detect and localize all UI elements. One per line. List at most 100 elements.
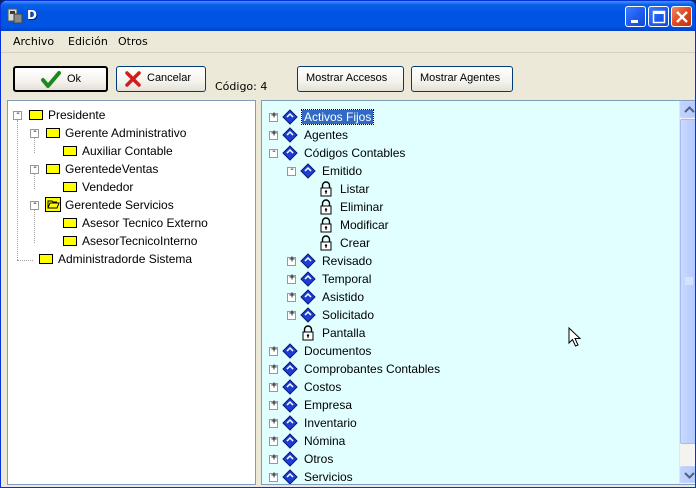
application-window: D Archivo Edición Otros Ok Cancelar Códi…	[0, 0, 696, 488]
show-access-label: Mostrar Accesos	[306, 72, 388, 84]
tree-node-asistido[interactable]: + Asistido	[286, 289, 686, 305]
tree-node-documentos[interactable]: + Documentos	[268, 343, 668, 359]
group-icon	[46, 164, 60, 174]
expand-icon[interactable]: +	[269, 452, 278, 464]
tree-node-activos-fijos[interactable]: + Activos Fijos	[268, 109, 668, 125]
scroll-up-button[interactable]	[680, 101, 695, 118]
blue-diamond-icon	[282, 415, 298, 431]
expand-icon[interactable]: +	[269, 380, 278, 392]
tree-node-emitido[interactable]: - Emitido	[286, 163, 686, 179]
tree-node-listar[interactable]: Listar	[304, 181, 695, 197]
scroll-thumb[interactable]	[680, 119, 695, 444]
blue-diamond-icon	[282, 109, 298, 125]
expand-icon[interactable]: +	[269, 344, 278, 356]
expand-icon[interactable]: +	[287, 308, 296, 320]
collapse-icon[interactable]: -	[269, 146, 278, 158]
tree-node-revisado[interactable]: + Revisado	[286, 253, 686, 269]
collapse-icon[interactable]: -	[30, 162, 39, 174]
group-icon	[63, 218, 77, 228]
minimize-button[interactable]	[625, 6, 646, 27]
blue-diamond-icon	[282, 451, 298, 467]
expand-icon[interactable]: +	[287, 254, 296, 266]
cancel-x-icon	[125, 71, 141, 87]
blue-diamond-icon	[282, 433, 298, 449]
ok-label: Ok	[67, 73, 82, 85]
blue-diamond-icon	[282, 379, 298, 395]
padlock-icon	[320, 217, 332, 233]
cancel-button[interactable]: Cancelar	[116, 66, 206, 92]
expand-icon[interactable]: +	[287, 272, 296, 284]
chevron-down-icon	[684, 472, 695, 479]
tree-node-modificar[interactable]: Modificar	[304, 217, 695, 233]
ok-button[interactable]: Ok	[13, 66, 108, 92]
mouse-cursor-icon	[568, 327, 582, 347]
expand-icon[interactable]: +	[287, 290, 296, 302]
maximize-button[interactable]	[648, 6, 669, 27]
show-access-button[interactable]: Mostrar Accesos	[297, 66, 404, 92]
blue-diamond-icon	[300, 163, 316, 179]
code-label: Código: 4	[215, 80, 268, 93]
window-title: D	[27, 8, 37, 22]
chevron-up-icon	[684, 106, 695, 113]
blue-diamond-icon	[300, 307, 316, 323]
blue-diamond-icon	[300, 253, 316, 269]
group-icon	[63, 182, 77, 192]
app-icon	[7, 8, 23, 24]
tree-node-empresa[interactable]: + Empresa	[268, 397, 668, 413]
group-icon	[29, 110, 43, 120]
group-icon	[63, 146, 77, 156]
collapse-icon[interactable]: -	[13, 108, 22, 120]
tree-node-otros[interactable]: + Otros	[268, 451, 668, 467]
minimize-icon	[631, 20, 638, 23]
expand-icon[interactable]: +	[269, 110, 278, 122]
open-folder-icon	[45, 197, 61, 212]
blue-diamond-icon	[282, 469, 298, 484]
blue-diamond-icon	[300, 289, 316, 305]
menu-otros[interactable]: Otros	[118, 35, 148, 48]
group-icon	[39, 254, 53, 264]
vertical-scrollbar[interactable]	[679, 101, 695, 484]
close-button[interactable]	[671, 6, 692, 27]
tree-node-costos[interactable]: + Costos	[268, 379, 668, 395]
toolbar: Ok Cancelar Código: 4 Mostrar Accesos Mo…	[1, 54, 695, 96]
collapse-icon[interactable]: -	[30, 126, 39, 138]
tree-node-pantalla[interactable]: Pantalla	[286, 325, 686, 341]
expand-icon[interactable]: +	[269, 434, 278, 446]
blue-diamond-icon	[282, 145, 298, 161]
tree-node-inventario[interactable]: + Inventario	[268, 415, 668, 431]
expand-icon[interactable]: +	[269, 416, 278, 428]
roles-tree[interactable]: - Presidente - Gerente Administrativo Au…	[7, 100, 256, 485]
blue-diamond-icon	[282, 397, 298, 413]
scroll-down-button[interactable]	[680, 466, 695, 483]
tree-node-comprobantes-contables[interactable]: + Comprobantes Contables	[268, 361, 668, 377]
tree-node-servicios[interactable]: + Servicios	[268, 469, 668, 484]
tree-node-eliminar[interactable]: Eliminar	[304, 199, 695, 215]
permissions-tree[interactable]: + Activos Fijos + Agentes - Códigos Contables…	[261, 100, 695, 485]
group-icon	[46, 128, 60, 138]
maximize-icon	[652, 10, 666, 24]
tree-node-temporal[interactable]: + Temporal	[286, 271, 686, 287]
group-icon	[63, 236, 77, 246]
grip-icon	[685, 277, 693, 285]
menu-edicion[interactable]: Edición	[68, 35, 108, 48]
cancel-label: Cancelar	[147, 72, 192, 84]
expand-icon[interactable]: +	[269, 362, 278, 374]
collapse-icon[interactable]: -	[30, 198, 39, 210]
tree-node-códigos-contables[interactable]: - Códigos Contables	[268, 145, 668, 161]
show-agents-button[interactable]: Mostrar Agentes	[411, 66, 513, 92]
tree-node-agentes[interactable]: + Agentes	[268, 127, 668, 143]
collapse-icon[interactable]: -	[287, 164, 296, 176]
blue-diamond-icon	[300, 271, 316, 287]
tree-node-solicitado[interactable]: + Solicitado	[286, 307, 686, 323]
show-agents-label: Mostrar Agentes	[420, 72, 501, 84]
title-bar[interactable]: D	[1, 1, 695, 31]
menu-archivo[interactable]: Archivo	[13, 35, 54, 48]
tree-node-crear[interactable]: Crear	[304, 235, 695, 251]
expand-icon[interactable]: +	[269, 470, 278, 482]
blue-diamond-icon	[282, 361, 298, 377]
blue-diamond-icon	[282, 127, 298, 143]
expand-icon[interactable]: +	[269, 128, 278, 140]
padlock-icon	[320, 181, 332, 197]
expand-icon[interactable]: +	[269, 398, 278, 410]
tree-node-nómina[interactable]: + Nómina	[268, 433, 668, 449]
